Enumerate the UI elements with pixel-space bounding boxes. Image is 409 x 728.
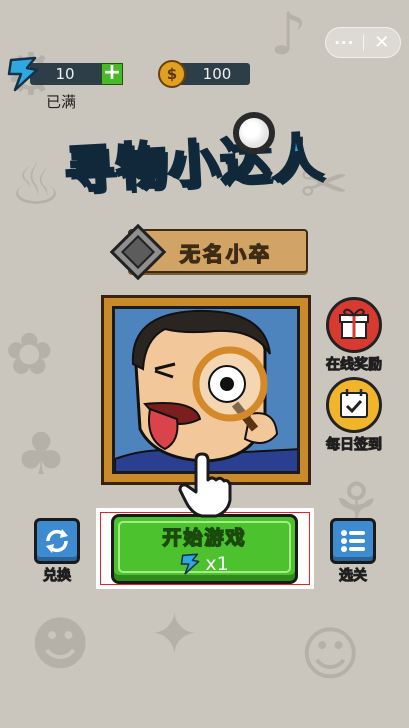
dollar-coin-icon: $ — [158, 60, 186, 88]
exchange-button[interactable]: 兑换 — [30, 518, 84, 585]
start-game-button[interactable]: 开始游戏 x1 — [111, 514, 298, 584]
game-title: 寻物小达人 — [61, 127, 327, 202]
daily-signin-button[interactable]: 每日签到 — [321, 377, 387, 454]
daily-signin-label: 每日签到 — [326, 437, 383, 454]
energy-value: 10 — [55, 65, 75, 83]
gift-icon — [326, 297, 382, 353]
energy-status: 已满 — [46, 93, 77, 111]
close-icon[interactable]: ✕ — [364, 32, 401, 53]
level-select-button[interactable]: 选关 — [326, 518, 380, 585]
add-energy-button[interactable]: + — [101, 62, 123, 85]
game-title-logo: 寻物小达人 — [60, 112, 350, 201]
coin-value: 100 — [202, 65, 232, 83]
online-reward-button[interactable]: 在线奖励 — [321, 297, 387, 374]
online-reward-label: 在线奖励 — [326, 357, 383, 374]
list-icon — [330, 518, 376, 564]
level-select-label: 选关 — [339, 568, 368, 585]
miniprogram-capsule: ··· ✕ — [325, 27, 401, 58]
energy-bolt-icon — [180, 553, 200, 575]
exchange-arrows-icon — [34, 518, 80, 564]
calendar-check-icon — [326, 377, 382, 433]
exchange-label: 兑换 — [43, 568, 72, 585]
more-menu-icon[interactable]: ··· — [326, 34, 363, 52]
character-illustration — [115, 309, 297, 471]
player-name: 无名小卒 — [179, 241, 272, 267]
magnifier-icon — [233, 112, 275, 154]
pointing-hand-icon — [178, 452, 232, 518]
start-game-label: 开始游戏 — [162, 526, 247, 550]
start-cost: x1 — [114, 553, 295, 575]
start-cost-value: x1 — [205, 553, 229, 575]
energy-bolt-icon — [7, 56, 39, 92]
